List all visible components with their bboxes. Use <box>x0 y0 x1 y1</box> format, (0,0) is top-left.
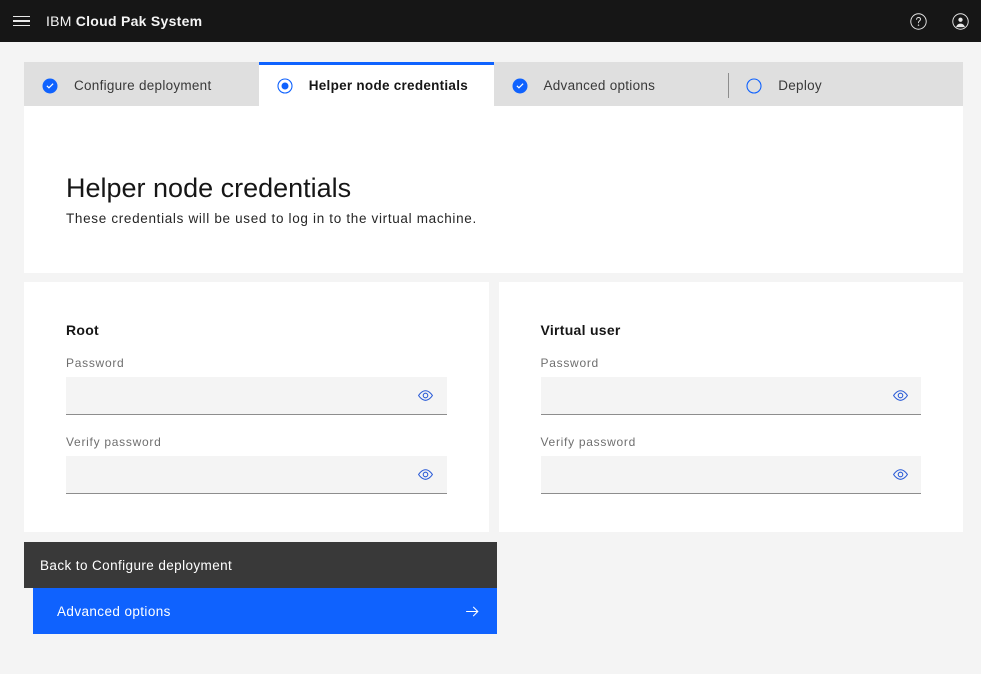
app-header: IBM Cloud Pak System <box>0 0 981 42</box>
check-circle-filled-icon <box>512 78 527 93</box>
hamburger-menu-icon[interactable] <box>0 0 42 42</box>
panel-heading: Virtual user <box>540 322 621 338</box>
field-label: Verify password <box>540 435 637 449</box>
next-button-label: Advanced options <box>57 603 171 619</box>
field-virtual-user-verify-password: Verify password <box>540 435 921 494</box>
tab-label: Configure deployment <box>74 78 212 93</box>
tab-configure-deployment[interactable]: Configure deployment <box>24 62 259 106</box>
arrow-right-icon <box>466 606 479 616</box>
field-label: Password <box>66 356 125 370</box>
brand-name: IBM <box>46 13 72 29</box>
field-label: Verify password <box>66 435 162 449</box>
progress-step-tabs: Configure deployment Helper node credent… <box>24 62 963 106</box>
root-password-input[interactable] <box>66 377 447 414</box>
next-advanced-options-button[interactable]: Advanced options <box>33 588 497 634</box>
help-circle-icon[interactable] <box>897 0 939 42</box>
tab-advanced-options[interactable]: Advanced options <box>493 62 729 106</box>
virtual-user-verify-password-input[interactable] <box>540 456 921 493</box>
check-circle-filled-icon <box>42 78 58 93</box>
root-verify-password-input[interactable] <box>66 456 447 493</box>
tab-label: Deploy <box>778 78 822 93</box>
eye-icon[interactable] <box>413 462 439 488</box>
password-input-wrapper[interactable] <box>66 377 447 415</box>
password-input-wrapper[interactable] <box>540 377 921 415</box>
hamburger-bar <box>12 20 30 22</box>
hamburger-bar <box>12 24 30 27</box>
eye-icon[interactable] <box>887 462 913 488</box>
header-actions <box>897 0 981 42</box>
credentials-panels: Root Password Verify password Virtual us… <box>24 282 963 532</box>
page-header-panel: Helper node credentials These credential… <box>24 106 963 273</box>
product-name: Cloud Pak System <box>75 13 203 29</box>
panel-heading: Root <box>66 322 99 338</box>
back-button[interactable]: Back to Configure deployment <box>24 542 497 588</box>
tab-helper-node-credentials[interactable]: Helper node credentials <box>258 62 494 106</box>
eye-icon[interactable] <box>413 383 439 409</box>
radio-button-unselected-icon <box>746 77 762 94</box>
field-virtual-user-password: Password <box>540 356 921 415</box>
tab-label: Advanced options <box>543 78 656 93</box>
field-label: Password <box>540 356 599 370</box>
wizard-footer-buttons: Back to Configure deployment Advanced op… <box>24 542 497 634</box>
tab-label: Helper node credentials <box>308 78 469 93</box>
user-avatar-icon[interactable] <box>939 0 981 42</box>
back-button-label: Back to Configure deployment <box>40 557 233 573</box>
password-input-wrapper[interactable] <box>540 456 921 494</box>
password-input-wrapper[interactable] <box>66 456 447 494</box>
eye-icon[interactable] <box>887 383 913 409</box>
page-subtitle: These credentials will be used to log in… <box>66 211 477 227</box>
panel-virtual-user: Virtual user Password Verify password <box>498 282 963 532</box>
radio-button-selected-icon <box>277 77 293 94</box>
page-title: Helper node credentials <box>66 173 352 203</box>
virtual-user-password-input[interactable] <box>540 377 921 414</box>
tab-deploy[interactable]: Deploy <box>728 62 963 106</box>
field-root-password: Password <box>66 356 447 415</box>
panel-root: Root Password Verify password <box>24 282 489 532</box>
hamburger-bar <box>12 15 30 18</box>
field-root-verify-password: Verify password <box>66 435 447 494</box>
app-title[interactable]: IBM Cloud Pak System <box>46 13 202 29</box>
